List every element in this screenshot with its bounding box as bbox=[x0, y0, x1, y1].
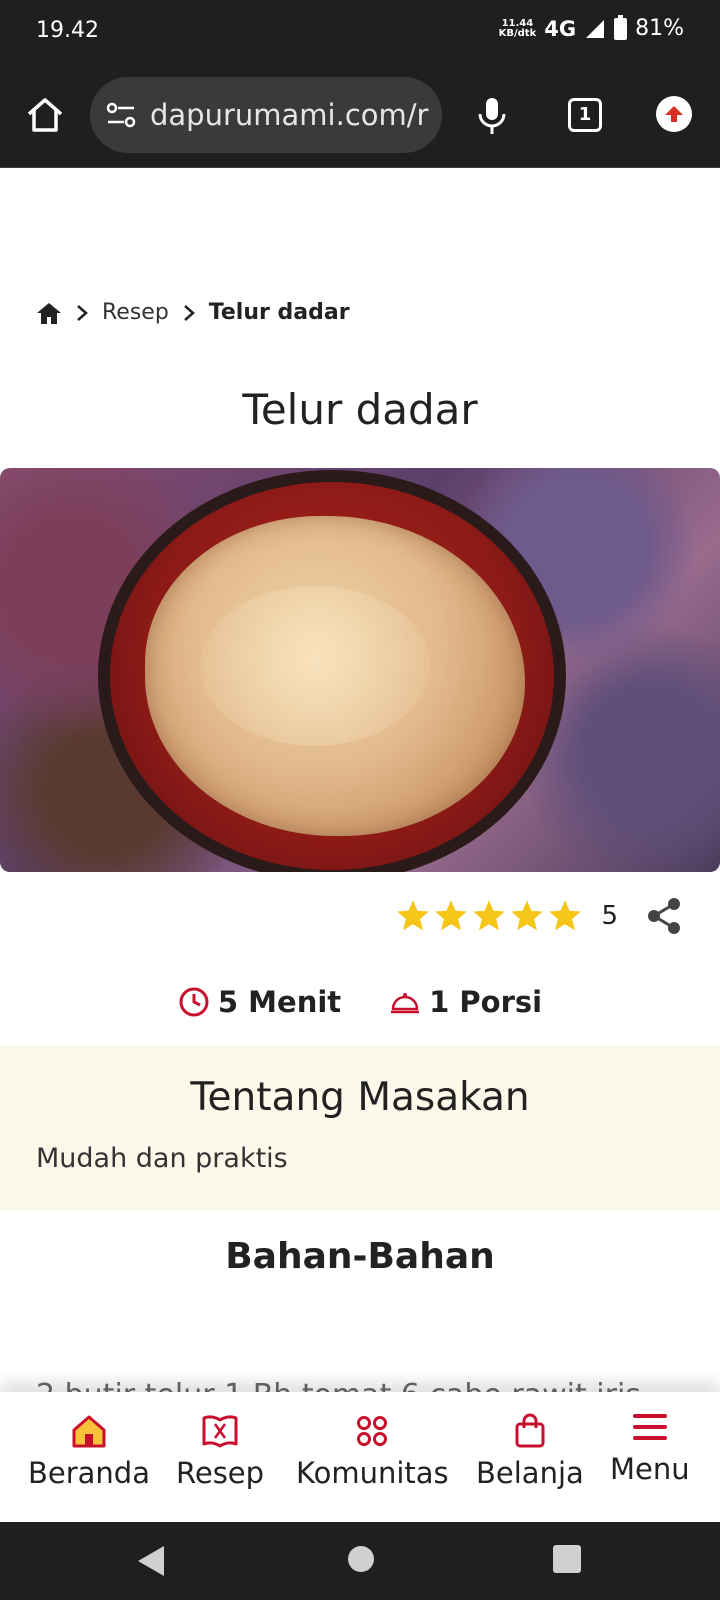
browser-home-icon[interactable] bbox=[24, 94, 66, 136]
nav-menu[interactable]: Menu bbox=[610, 1408, 690, 1486]
rating-value: 5 bbox=[601, 901, 618, 931]
hamburger-menu-icon bbox=[632, 1414, 667, 1440]
home-icon bbox=[72, 1415, 106, 1448]
about-text: Mudah dan praktis bbox=[36, 1143, 288, 1174]
site-settings-icon[interactable] bbox=[104, 98, 138, 132]
status-bar: 19.42 11.44 KB/dtk 4G 81% bbox=[0, 0, 720, 66]
status-indicators: 11.44 KB/dtk 4G 81% bbox=[498, 14, 684, 41]
star-icon bbox=[435, 900, 468, 931]
breadcrumb-current: Telur dadar bbox=[208, 300, 350, 325]
battery-icon bbox=[614, 14, 628, 40]
nav-komunitas-label: Komunitas bbox=[296, 1456, 449, 1490]
servings: 1 Porsi bbox=[389, 985, 542, 1019]
url-bar[interactable]: dapurumami.com/r bbox=[90, 77, 442, 153]
servings-text: 1 Porsi bbox=[429, 985, 543, 1019]
network-speed-value: 11.44 bbox=[501, 17, 534, 29]
rating-stars bbox=[395, 898, 583, 934]
home-button-icon[interactable] bbox=[346, 1544, 376, 1574]
bottom-navigation: Beranda Resep Komunitas Belanja Menu bbox=[0, 1392, 720, 1522]
tab-switcher-button[interactable]: 1 bbox=[568, 98, 602, 132]
serving-dish-icon bbox=[391, 993, 420, 1014]
system-navigation bbox=[0, 1522, 720, 1600]
shopping-bag-icon bbox=[515, 1413, 545, 1448]
recipe-photo bbox=[0, 468, 720, 872]
network-speed-unit: KB/dtk bbox=[498, 27, 537, 39]
nav-komunitas[interactable]: Komunitas bbox=[296, 1412, 449, 1490]
nav-resep[interactable]: Resep bbox=[176, 1412, 264, 1490]
breadcrumb: Resep Telur dadar bbox=[36, 300, 350, 325]
star-icon bbox=[473, 900, 506, 931]
url-text[interactable]: dapurumami.com/r bbox=[150, 98, 428, 132]
chevron-right-icon bbox=[183, 304, 195, 321]
rating-row: 5 bbox=[395, 896, 684, 936]
breadcrumb-resep[interactable]: Resep bbox=[102, 300, 169, 325]
nav-resep-label: Resep bbox=[176, 1456, 265, 1490]
update-arrow-icon bbox=[665, 106, 683, 122]
share-icon[interactable] bbox=[644, 896, 684, 936]
star-icon bbox=[397, 900, 430, 931]
update-button[interactable] bbox=[656, 96, 692, 132]
star-icon bbox=[511, 900, 544, 931]
nav-beranda-label: Beranda bbox=[28, 1456, 150, 1490]
page-title: Telur dadar bbox=[242, 385, 478, 434]
about-section: Tentang Masakan Mudah dan praktis bbox=[0, 1045, 720, 1211]
browser-toolbar: dapurumami.com/r 1 bbox=[0, 66, 720, 168]
nav-belanja-label: Belanja bbox=[476, 1456, 584, 1490]
star-icon bbox=[549, 900, 582, 931]
nav-beranda[interactable]: Beranda bbox=[28, 1412, 150, 1490]
network-type: 4G bbox=[544, 16, 577, 41]
nav-menu-label: Menu bbox=[610, 1452, 690, 1486]
battery-percent: 81% bbox=[635, 16, 684, 41]
status-time: 19.42 bbox=[36, 18, 99, 43]
breadcrumb-home-icon[interactable] bbox=[36, 301, 62, 325]
ingredients-title: Bahan-Bahan bbox=[225, 1236, 495, 1277]
chevron-right-icon bbox=[77, 304, 88, 321]
about-title: Tentang Masakan bbox=[190, 1075, 530, 1120]
recents-icon[interactable] bbox=[552, 1544, 582, 1574]
recipe-book-icon bbox=[202, 1415, 238, 1448]
network-speed: 11.44 KB/dtk bbox=[498, 17, 537, 39]
cook-time-text: 5 Menit bbox=[217, 985, 342, 1019]
signal-icon bbox=[586, 19, 605, 38]
microphone-icon[interactable] bbox=[474, 94, 510, 138]
back-icon[interactable] bbox=[136, 1544, 166, 1578]
nav-belanja[interactable]: Belanja bbox=[476, 1412, 584, 1490]
cook-time: 5 Menit bbox=[178, 985, 341, 1019]
clock-icon bbox=[179, 987, 209, 1017]
community-icon bbox=[357, 1416, 388, 1446]
recipe-meta: 5 Menit 1 Porsi bbox=[0, 985, 720, 1019]
